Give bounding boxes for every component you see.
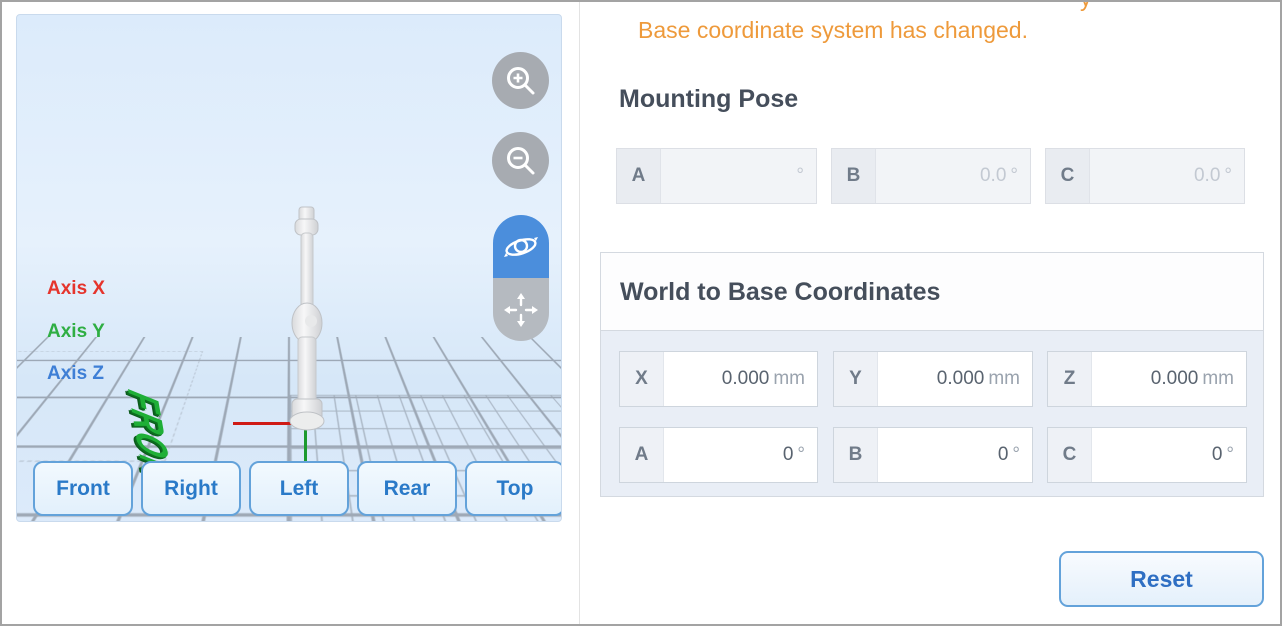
field-label: C [1046,149,1090,203]
field-unit: ° [1010,165,1018,187]
world-z-field[interactable]: Z 0.000mm [1047,351,1247,407]
axis-z-legend: Axis Z [47,363,104,385]
view-left-button[interactable]: Left [249,461,349,516]
mounting-pose-c-field: C 0.0° [1045,148,1245,204]
world-c-field[interactable]: C 0° [1047,427,1247,483]
panel-divider [579,2,580,626]
field-value: 0.000 [937,368,985,390]
view-front-button[interactable]: Front [33,461,133,516]
orbit-rotate-icon [501,229,541,265]
field-unit: mm [773,368,805,390]
field-label: Y [834,352,878,406]
field-value: 0.000 [1151,368,1199,390]
world-x-field[interactable]: X 0.000mm [619,351,818,407]
mounting-pose-b-field: B 0.0° [831,148,1031,204]
view-right-button[interactable]: Right [141,461,241,516]
field-label: A [617,149,661,203]
field-unit: mm [1202,368,1234,390]
world-a-field[interactable]: A 0° [619,427,818,483]
floor-dashed-region [17,351,203,462]
field-value: 0 [783,444,794,466]
warning-message: Base coordinate system has changed. [638,17,1258,44]
magnifier-minus-icon [504,144,538,178]
four-way-pan-icon [501,290,541,330]
field-unit: ° [1012,444,1020,466]
mounting-pose-title: Mounting Pose [619,85,798,114]
clipped-warning-fragment: y [1080,0,1092,9]
field-label: Z [1048,352,1092,406]
field-label: B [834,428,878,482]
robot-3d-viewport[interactable]: FRONT Axis X Axis Y Axis Z [16,14,562,522]
field-unit: ° [1224,165,1232,187]
field-unit: ° [797,444,805,466]
base-setup-screen: FRONT Axis X Axis Y Axis Z [0,0,1282,626]
axis-x-legend: Axis X [47,278,105,300]
reset-button[interactable]: Reset [1059,551,1264,607]
field-label: C [1048,428,1092,482]
field-unit: ° [796,165,804,187]
zoom-out-button[interactable] [492,132,549,189]
magnifier-plus-icon [504,64,538,98]
world-y-field[interactable]: Y 0.000mm [833,351,1033,407]
mounting-pose-a-field: A ° [616,148,817,204]
zoom-in-button[interactable] [492,52,549,109]
world-to-base-title: World to Base Coordinates [620,278,940,307]
field-value: 0.0 [1194,165,1220,187]
view-top-button[interactable]: Top [465,461,562,516]
world-b-field[interactable]: B 0° [833,427,1033,483]
field-label: A [620,428,664,482]
field-value: 0 [998,444,1009,466]
rotate-mode-button[interactable] [493,215,549,278]
field-value: 0 [1212,444,1223,466]
field-value: 0.000 [722,368,770,390]
field-label: X [620,352,664,406]
field-value: 0.0 [980,165,1006,187]
rotate-pan-toggle [493,215,549,341]
robot-arm-model [275,205,339,445]
field-unit: ° [1226,444,1234,466]
axis-y-legend: Axis Y [47,321,105,343]
pan-mode-button[interactable] [493,278,549,341]
view-rear-button[interactable]: Rear [357,461,457,516]
field-unit: mm [988,368,1020,390]
field-label: B [832,149,876,203]
